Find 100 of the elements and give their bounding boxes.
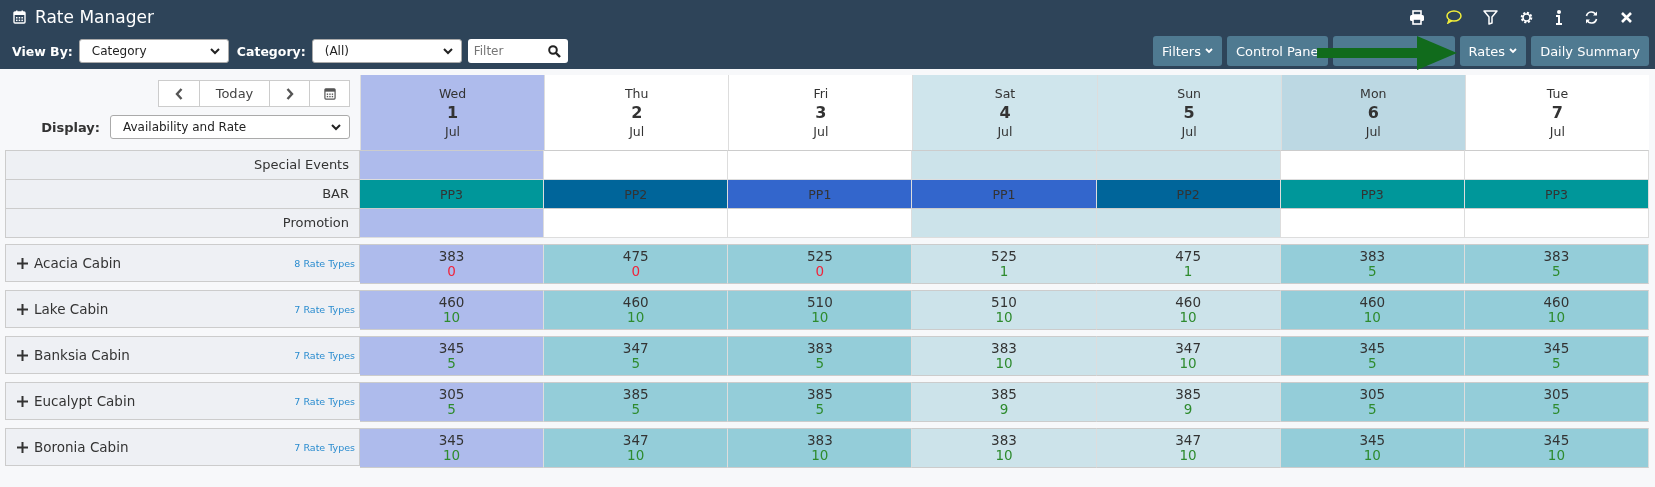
rate-cell[interactable]: 383 5 bbox=[1280, 244, 1465, 284]
room-name: Acacia Cabin bbox=[34, 255, 122, 271]
calendar-icon bbox=[13, 10, 26, 24]
rate-cell[interactable]: 460 10 bbox=[544, 290, 729, 330]
settings-icon[interactable] bbox=[1519, 9, 1534, 25]
speech-bubble-icon[interactable] bbox=[1446, 10, 1462, 24]
promotion-cell[interactable] bbox=[1096, 209, 1281, 238]
day-header[interactable]: Mon 6 Jul bbox=[1280, 75, 1465, 150]
rate-cell[interactable]: 385 9 bbox=[1096, 382, 1281, 422]
filter-field[interactable]: Filter bbox=[467, 39, 568, 63]
rate-cell[interactable]: 345 5 bbox=[1464, 336, 1649, 376]
rate-cell[interactable]: 347 10 bbox=[544, 428, 729, 468]
expand-icon[interactable] bbox=[17, 303, 28, 315]
event-cell[interactable] bbox=[912, 150, 1097, 180]
promotion-cell[interactable] bbox=[728, 209, 913, 238]
rate-cell[interactable]: 347 10 bbox=[1096, 336, 1281, 376]
rate-cell[interactable]: 385 5 bbox=[544, 382, 729, 422]
toolbar-button[interactable]: Control Pane bbox=[1226, 36, 1328, 66]
rate-cell[interactable]: 385 9 bbox=[912, 382, 1097, 422]
rate-cell[interactable]: 347 5 bbox=[544, 336, 729, 376]
chevron-right-icon bbox=[285, 87, 294, 100]
rate-cell[interactable]: 305 5 bbox=[360, 382, 545, 422]
expand-icon[interactable] bbox=[17, 349, 28, 361]
promotion-cell[interactable] bbox=[544, 209, 729, 238]
day-header[interactable]: Sat 4 Jul bbox=[912, 75, 1097, 150]
row-label: Special Events bbox=[5, 150, 360, 180]
room-header[interactable]: Boronia Cabin 7 Rate Types bbox=[5, 428, 360, 466]
chevron-down-icon bbox=[1509, 48, 1518, 54]
chevron-down-icon bbox=[331, 123, 341, 131]
promotion-cell[interactable] bbox=[912, 209, 1097, 238]
rate-cell[interactable]: 385 5 bbox=[728, 382, 913, 422]
room-header[interactable]: Banksia Cabin 7 Rate Types bbox=[5, 336, 360, 374]
rate-cell[interactable]: 460 10 bbox=[360, 290, 545, 330]
calendar-icon bbox=[323, 87, 336, 100]
rate-cell[interactable]: 345 10 bbox=[1280, 428, 1465, 468]
rate-cell[interactable]: 475 1 bbox=[1096, 244, 1281, 284]
rate-cell[interactable]: 475 0 bbox=[544, 244, 729, 284]
category-label: Category: bbox=[236, 43, 306, 59]
event-cell[interactable] bbox=[360, 150, 545, 180]
rate-cell[interactable]: 460 10 bbox=[1280, 290, 1465, 330]
expand-icon[interactable] bbox=[17, 395, 28, 407]
rate-cell[interactable]: 510 10 bbox=[912, 290, 1097, 330]
rate-cell[interactable]: 305 5 bbox=[1280, 382, 1465, 422]
rate-cell[interactable]: 383 5 bbox=[728, 336, 913, 376]
rate-cell[interactable]: 383 5 bbox=[1464, 244, 1649, 284]
rate-cell[interactable]: 383 10 bbox=[728, 428, 913, 468]
event-cell[interactable] bbox=[728, 150, 913, 180]
day-header[interactable]: Fri 3 Jul bbox=[728, 75, 913, 150]
rate-cell[interactable]: 347 10 bbox=[1096, 428, 1281, 468]
event-cell[interactable] bbox=[544, 150, 729, 180]
chevron-down-icon bbox=[442, 47, 453, 55]
promotion-cell[interactable] bbox=[1464, 209, 1649, 238]
chevron-down-icon bbox=[1204, 48, 1213, 54]
rate-cell[interactable]: 345 10 bbox=[360, 428, 545, 468]
day-header[interactable]: Thu 2 Jul bbox=[544, 75, 729, 150]
view-by-label: View By: bbox=[12, 43, 73, 59]
toolbar-button[interactable]: Rates bbox=[1459, 36, 1527, 66]
room-name: Eucalypt Cabin bbox=[34, 393, 137, 409]
filter-icon[interactable] bbox=[1483, 9, 1498, 25]
rate-cell[interactable]: 460 10 bbox=[1464, 290, 1649, 330]
expand-icon[interactable] bbox=[17, 441, 28, 453]
rate-cell[interactable]: 345 5 bbox=[1280, 336, 1465, 376]
event-cell[interactable] bbox=[1096, 150, 1281, 180]
promotion-cell[interactable] bbox=[1280, 209, 1465, 238]
rate-cell[interactable]: 525 0 bbox=[728, 244, 913, 284]
toolbar-button[interactable]: Filters bbox=[1153, 36, 1222, 66]
bar-cell[interactable]: PP3 bbox=[360, 180, 545, 209]
display-dropdown[interactable]: Availability and Rate bbox=[110, 115, 350, 139]
window-title: Rate Manager bbox=[35, 7, 154, 27]
close-icon[interactable] bbox=[1620, 10, 1633, 24]
room-header[interactable]: Acacia Cabin 8 Rate Types bbox=[5, 244, 360, 282]
rate-cell[interactable]: 510 10 bbox=[728, 290, 913, 330]
info-icon[interactable] bbox=[1555, 9, 1563, 25]
event-cell[interactable] bbox=[1280, 150, 1465, 180]
display-label: Display: bbox=[41, 119, 100, 135]
rate-cell[interactable]: 460 10 bbox=[1096, 290, 1281, 330]
search-icon[interactable] bbox=[547, 45, 561, 58]
bar-cell[interactable]: PP3 bbox=[1464, 180, 1649, 209]
rate-cell[interactable]: 383 10 bbox=[912, 336, 1097, 376]
category-picker[interactable]: (All) bbox=[311, 39, 462, 63]
day-header[interactable]: Wed 1 Jul bbox=[360, 75, 545, 150]
promotion-cell[interactable] bbox=[360, 209, 545, 238]
bar-cell[interactable]: PP3 bbox=[1280, 180, 1465, 209]
print-icon[interactable] bbox=[1409, 9, 1425, 25]
rate-cell[interactable]: 305 5 bbox=[1464, 382, 1649, 422]
day-header[interactable]: Sun 5 Jul bbox=[1096, 75, 1281, 150]
event-cell[interactable] bbox=[1464, 150, 1649, 180]
day-header[interactable]: Tue 7 Jul bbox=[1464, 75, 1649, 150]
rate-cell[interactable]: 345 10 bbox=[1464, 428, 1649, 468]
rate-cell[interactable]: 525 1 bbox=[912, 244, 1097, 284]
rate-cell[interactable]: 345 5 bbox=[360, 336, 545, 376]
rate-cell[interactable]: 383 0 bbox=[360, 244, 545, 284]
refresh-icon[interactable] bbox=[1584, 9, 1599, 25]
room-header[interactable]: Lake Cabin 7 Rate Types bbox=[5, 290, 360, 328]
room-name: Boronia Cabin bbox=[34, 439, 130, 455]
expand-icon[interactable] bbox=[17, 257, 28, 269]
room-header[interactable]: Eucalypt Cabin 7 Rate Types bbox=[5, 382, 360, 420]
view-by-dropdown[interactable]: Category bbox=[78, 39, 229, 63]
rate-cell[interactable]: 383 10 bbox=[912, 428, 1097, 468]
toolbar-button[interactable]: Daily Summary bbox=[1531, 36, 1649, 66]
